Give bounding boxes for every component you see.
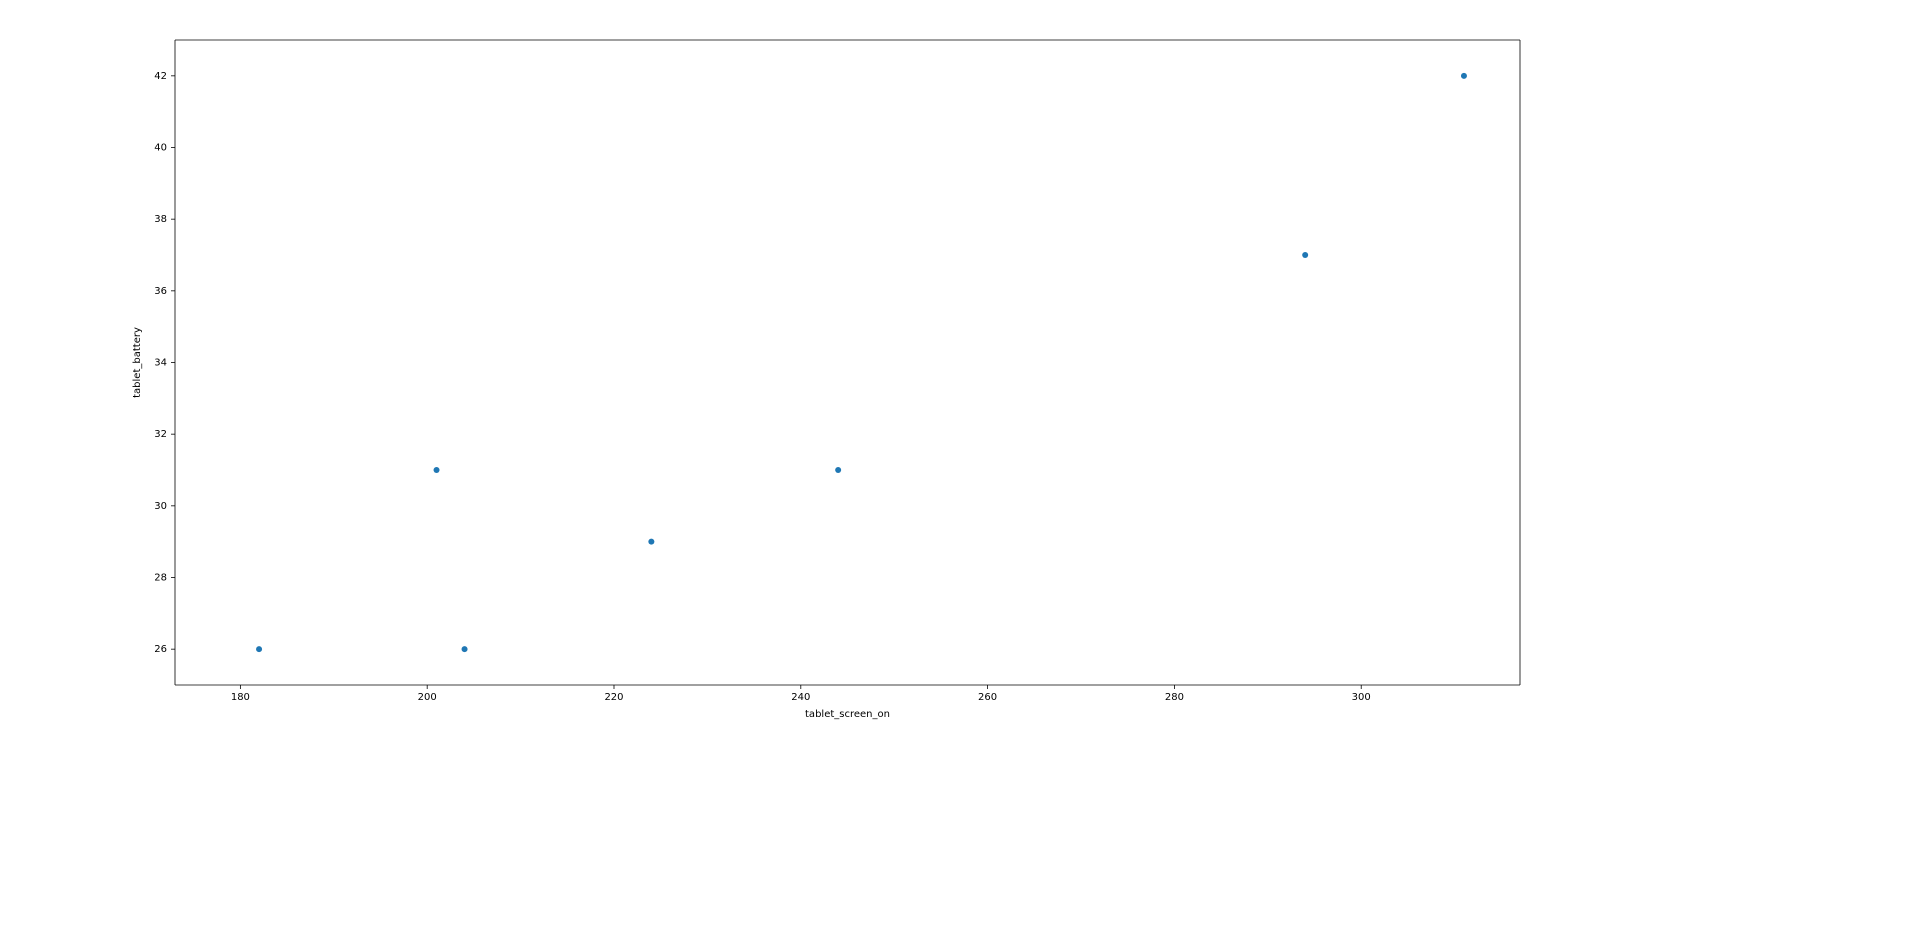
data-point — [1302, 252, 1308, 258]
x-tick-label: 220 — [604, 692, 623, 703]
x-axis-label: tablet_screen_on — [805, 709, 890, 720]
y-axis-label: tablet_battery — [132, 327, 143, 398]
data-point — [648, 539, 654, 545]
y-tick-label: 36 — [154, 286, 167, 297]
data-point — [1461, 73, 1467, 79]
scatter-chart: 180 200 220 240 260 280 300 26 28 30 32 34 36 38 40 42 t… — [0, 0, 1907, 948]
data-point — [835, 467, 841, 473]
x-tick-label: 240 — [791, 692, 810, 703]
y-tick-label: 32 — [154, 429, 167, 440]
data-point — [434, 467, 440, 473]
y-tick-label: 26 — [154, 644, 167, 655]
x-tick-label: 300 — [1352, 692, 1371, 703]
x-tick-label: 180 — [231, 692, 250, 703]
y-tick-label: 34 — [154, 358, 167, 369]
y-tick-label: 28 — [154, 573, 167, 584]
chart-svg: 180 200 220 240 260 280 300 26 28 30 32 34 36 38 40 42 t… — [0, 0, 1907, 948]
y-tick-label: 38 — [154, 214, 167, 225]
y-tick-label: 42 — [154, 71, 167, 82]
data-point — [462, 646, 468, 652]
x-tick-label: 280 — [1165, 692, 1184, 703]
x-tick-label: 200 — [418, 692, 437, 703]
x-tick-label: 260 — [978, 692, 997, 703]
data-point — [256, 646, 262, 652]
y-tick-label: 40 — [154, 143, 167, 154]
y-tick-label: 30 — [154, 501, 167, 512]
